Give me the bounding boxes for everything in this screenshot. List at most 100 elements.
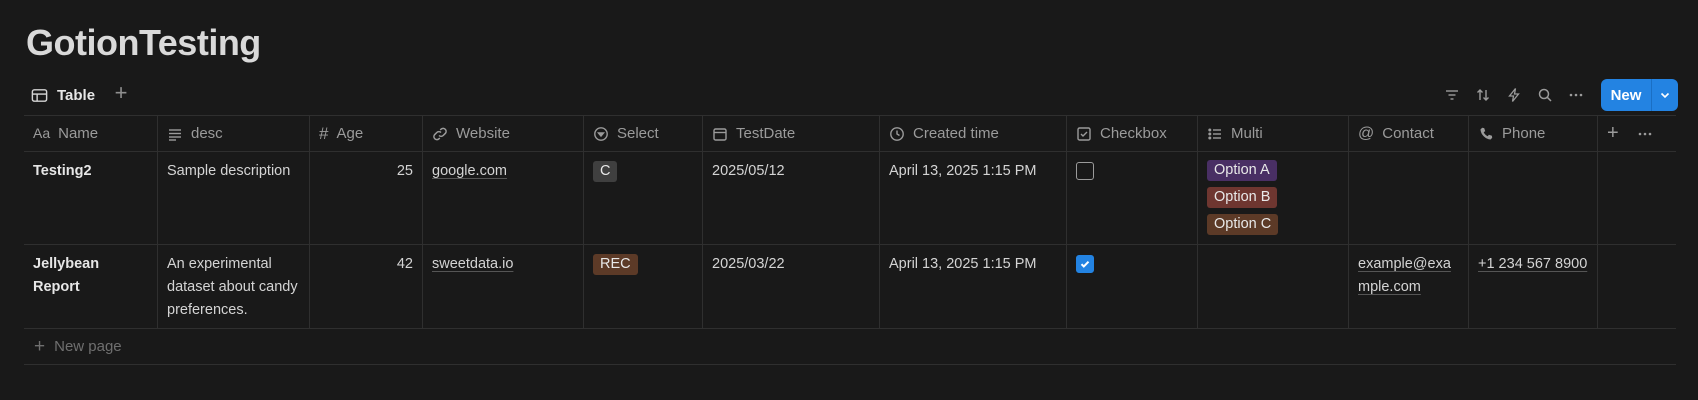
website-link[interactable]: google.com bbox=[432, 163, 507, 179]
select-icon bbox=[594, 126, 608, 141]
cell-multi[interactable] bbox=[1198, 245, 1349, 328]
cell-testdate[interactable]: 2025/05/12 bbox=[703, 152, 880, 244]
automation-button[interactable] bbox=[1498, 81, 1529, 109]
filter-button[interactable] bbox=[1436, 81, 1467, 109]
cell-phone[interactable]: +1 234 567 8900 bbox=[1469, 245, 1598, 328]
table-header: Aa Name desc # Age Website Select TestDa… bbox=[24, 115, 1676, 152]
checkmark-icon bbox=[1080, 261, 1090, 268]
cell-age[interactable]: 42 bbox=[310, 245, 423, 328]
cell-spacer bbox=[1598, 245, 1676, 328]
tab-table[interactable]: Table bbox=[30, 82, 95, 108]
column-header-age[interactable]: # Age bbox=[310, 116, 423, 151]
select-tag: REC bbox=[593, 254, 638, 275]
column-label: TestDate bbox=[736, 125, 796, 142]
tab-label: Table bbox=[57, 86, 96, 104]
multi-tag: Option B bbox=[1207, 187, 1278, 208]
text-lines-icon bbox=[169, 128, 181, 141]
new-button[interactable]: New bbox=[1601, 79, 1651, 111]
plus-icon: + bbox=[34, 335, 46, 357]
lightning-icon bbox=[1507, 88, 1520, 102]
list-icon bbox=[1208, 128, 1221, 139]
cell-created-time: April 13, 2025 1:15 PM bbox=[880, 152, 1067, 244]
cell-multi[interactable]: Option A Option B Option C bbox=[1198, 152, 1349, 244]
checkbox-unchecked[interactable] bbox=[1076, 162, 1094, 180]
phone-link[interactable]: +1 234 567 8900 bbox=[1478, 256, 1587, 272]
cell-checkbox bbox=[1067, 152, 1198, 244]
cell-desc[interactable]: Sample description bbox=[158, 152, 310, 244]
cell-name[interactable]: Jellybean Report bbox=[24, 245, 158, 328]
checkbox-checked[interactable] bbox=[1076, 255, 1094, 273]
more-options-button[interactable] bbox=[1560, 81, 1591, 109]
contact-email[interactable]: example@example.com bbox=[1358, 256, 1451, 295]
cell-website[interactable]: google.com bbox=[423, 152, 584, 244]
link-icon bbox=[433, 127, 447, 140]
cell-checkbox bbox=[1067, 245, 1198, 328]
column-label: Select bbox=[617, 125, 659, 142]
cell-testdate[interactable]: 2025/03/22 bbox=[703, 245, 880, 328]
column-header-testdate[interactable]: TestDate bbox=[703, 116, 880, 151]
cell-website[interactable]: sweetdata.io bbox=[423, 245, 584, 328]
ellipsis-icon[interactable] bbox=[1637, 126, 1653, 142]
new-button-group: New bbox=[1601, 79, 1678, 111]
checkbox-icon bbox=[1077, 126, 1091, 141]
toolbar-actions: New bbox=[1436, 78, 1678, 112]
cell-desc[interactable]: An experimental dataset about candy pref… bbox=[158, 245, 310, 328]
cell-created-time: April 13, 2025 1:15 PM bbox=[880, 245, 1067, 328]
column-label: Website bbox=[456, 125, 510, 142]
column-label: Contact bbox=[1382, 125, 1434, 142]
search-icon bbox=[1538, 88, 1552, 102]
column-header-contact[interactable]: @ Contact bbox=[1349, 116, 1469, 151]
column-header-name[interactable]: Aa Name bbox=[24, 116, 158, 151]
calendar-icon bbox=[713, 127, 727, 141]
add-view-button[interactable]: + bbox=[110, 80, 132, 106]
column-header-created-time[interactable]: Created time bbox=[880, 116, 1067, 151]
column-header-phone[interactable]: Phone bbox=[1469, 116, 1598, 151]
new-page-button[interactable]: + New page bbox=[24, 329, 1676, 365]
add-column-button[interactable]: + bbox=[1607, 122, 1619, 145]
filter-icon bbox=[1445, 90, 1458, 100]
cell-spacer bbox=[1598, 152, 1676, 244]
column-label: Multi bbox=[1231, 125, 1263, 142]
column-label: Checkbox bbox=[1100, 125, 1167, 142]
column-header-website[interactable]: Website bbox=[423, 116, 584, 151]
cell-phone[interactable] bbox=[1469, 152, 1598, 244]
sort-icon bbox=[1476, 89, 1489, 101]
text-aa-icon: Aa bbox=[33, 125, 51, 141]
column-label: desc bbox=[191, 125, 223, 142]
table-row[interactable]: Jellybean Report An experimental dataset… bbox=[24, 245, 1676, 329]
page-title[interactable]: GotionTesting bbox=[26, 22, 261, 64]
plus-icon: + bbox=[114, 80, 128, 105]
hash-icon: # bbox=[319, 124, 329, 143]
table-row[interactable]: Testing2 Sample description 25 google.co… bbox=[24, 152, 1676, 245]
at-icon: @ bbox=[1358, 125, 1375, 142]
database-table: Aa Name desc # Age Website Select TestDa… bbox=[24, 115, 1676, 365]
column-label: Name bbox=[58, 125, 99, 142]
website-link[interactable]: sweetdata.io bbox=[432, 256, 513, 272]
clock-icon bbox=[890, 126, 904, 141]
cell-contact[interactable] bbox=[1349, 152, 1469, 244]
multi-tag: Option C bbox=[1207, 214, 1279, 235]
cell-name[interactable]: Testing2 bbox=[24, 152, 158, 244]
column-header-actions: + bbox=[1598, 116, 1676, 151]
view-toolbar: Table + New bbox=[24, 78, 1678, 112]
new-dropdown-button[interactable] bbox=[1652, 79, 1678, 111]
ellipsis-icon bbox=[1569, 93, 1582, 97]
table-icon bbox=[31, 88, 48, 102]
phone-icon bbox=[1480, 127, 1493, 139]
search-button[interactable] bbox=[1529, 81, 1560, 109]
cell-contact[interactable]: example@example.com bbox=[1349, 245, 1469, 328]
chevron-down-icon bbox=[1660, 92, 1670, 99]
column-label: Created time bbox=[913, 125, 999, 142]
column-label: Phone bbox=[1502, 125, 1546, 142]
column-header-multi[interactable]: Multi bbox=[1198, 116, 1349, 151]
new-page-label: New page bbox=[54, 338, 122, 355]
column-header-checkbox[interactable]: Checkbox bbox=[1067, 116, 1198, 151]
cell-age[interactable]: 25 bbox=[310, 152, 423, 244]
multi-tag: Option A bbox=[1207, 160, 1277, 181]
sort-button[interactable] bbox=[1467, 81, 1498, 109]
cell-select[interactable]: C bbox=[584, 152, 703, 244]
column-label: Age bbox=[336, 125, 364, 142]
cell-select[interactable]: REC bbox=[584, 245, 703, 328]
column-header-select[interactable]: Select bbox=[584, 116, 703, 151]
column-header-desc[interactable]: desc bbox=[158, 116, 310, 151]
